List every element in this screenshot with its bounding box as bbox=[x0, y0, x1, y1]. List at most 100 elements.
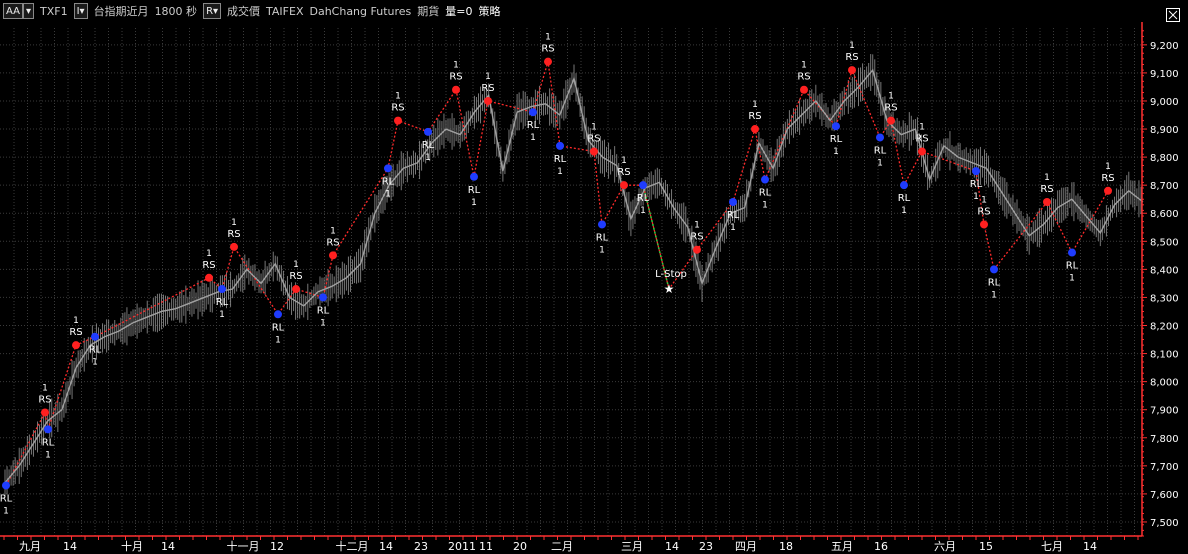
trade-signal: RL 1 bbox=[596, 220, 609, 255]
trade-signal: RS1 bbox=[977, 195, 991, 229]
y-tick-label: 8,600 bbox=[1150, 209, 1179, 220]
y-tick-label: 8,500 bbox=[1150, 237, 1179, 248]
signal-label: L-Stop bbox=[655, 269, 687, 280]
signal-quantity: 1 bbox=[1105, 162, 1111, 172]
stop-marker: ★ bbox=[664, 282, 675, 296]
signal-label: RL bbox=[759, 188, 772, 199]
interval-label[interactable]: 1800 秒 bbox=[155, 3, 198, 19]
trade-signal: RS1 bbox=[449, 61, 463, 94]
signal-label: RL bbox=[216, 297, 229, 308]
trade-signal: RL 1 bbox=[874, 133, 887, 168]
buy-marker bbox=[2, 481, 10, 490]
price-line bbox=[4, 68, 1144, 484]
x-axis: 九月 14 十月 14 十一月 12 十二月 14 23 2011 11 20 二月 三月 14 23 四月 18… bbox=[0, 535, 1142, 553]
sell-marker bbox=[590, 147, 598, 156]
signal-label: RL bbox=[554, 154, 567, 165]
x-tick-label: 16 bbox=[874, 540, 888, 553]
signal-label: RL bbox=[382, 176, 395, 187]
signal-quantity: 1 bbox=[849, 41, 855, 51]
trade-path bbox=[5, 61, 1109, 486]
signal-quantity: 1 bbox=[877, 158, 883, 168]
signal-quantity: 1 bbox=[395, 92, 401, 102]
x-tick-label: 2011 bbox=[448, 540, 476, 553]
market-label: 期貨 bbox=[417, 5, 440, 18]
sell-marker bbox=[918, 147, 926, 156]
font-size-dropdown-button[interactable]: ▾ bbox=[22, 3, 34, 19]
sell-marker bbox=[292, 285, 300, 294]
signal-quantity: 1 bbox=[293, 260, 299, 270]
strategy-label[interactable]: 策略 bbox=[479, 3, 501, 19]
y-tick-label: 8,000 bbox=[1150, 378, 1179, 389]
x-tick-label: 十二月 bbox=[336, 539, 369, 553]
bar-type-icon[interactable]: I▾ bbox=[73, 3, 88, 19]
signal-label: RL bbox=[637, 193, 650, 204]
signal-label: RL bbox=[272, 322, 285, 333]
font-size-button[interactable]: AA bbox=[3, 3, 23, 19]
x-tick-label: 11 bbox=[479, 540, 493, 553]
y-tick-label: 8,900 bbox=[1150, 125, 1179, 136]
trade-signal: RL 1 bbox=[554, 141, 567, 177]
signal-quantity: 1 bbox=[42, 384, 48, 394]
y-tick-label: 8,100 bbox=[1150, 350, 1179, 361]
signal-label: RS bbox=[289, 271, 302, 282]
trade-signal: RS1 bbox=[1101, 162, 1115, 195]
signal-label: RS bbox=[541, 44, 554, 55]
price-field-icon[interactable]: R▾ bbox=[203, 3, 222, 19]
buy-marker bbox=[384, 164, 392, 173]
signal-quantity: 1 bbox=[275, 335, 281, 345]
signal-label: RS bbox=[481, 83, 494, 94]
signal-quantity: 1 bbox=[219, 310, 225, 320]
signal-quantity: 1 bbox=[453, 61, 459, 71]
buy-marker bbox=[900, 181, 908, 190]
signal-quantity: 1 bbox=[320, 318, 326, 328]
buy-marker bbox=[598, 220, 606, 229]
sell-marker bbox=[887, 116, 895, 125]
y-tick-label: 8,300 bbox=[1150, 293, 1179, 304]
price-field-label: 成交價 bbox=[227, 5, 261, 18]
signal-label: RL bbox=[596, 232, 609, 243]
signal-quantity: 1 bbox=[973, 192, 979, 202]
trade-signal: RL 1 bbox=[272, 310, 285, 345]
sell-marker bbox=[484, 96, 492, 105]
signal-label: RS bbox=[38, 395, 51, 406]
signal-label: RS bbox=[227, 229, 240, 240]
buy-marker bbox=[556, 141, 564, 150]
signal-quantity: 1 bbox=[385, 189, 391, 199]
y-tick-label: 8,400 bbox=[1150, 265, 1179, 276]
signal-quantity: 1 bbox=[330, 226, 336, 236]
buy-marker bbox=[990, 265, 998, 274]
y-tick-label: 9,000 bbox=[1150, 97, 1179, 108]
price-chart[interactable]: RL1RS1RL1RS1RL1RS1RL1RS1RL1RS1RL1RS1RL1R… bbox=[0, 0, 1188, 554]
signal-quantity: 1 bbox=[762, 201, 768, 211]
trade-signal: ★ L-Stop bbox=[655, 269, 687, 296]
signal-quantity: 1 bbox=[485, 72, 491, 82]
trade-signal: RL 1 bbox=[988, 265, 1001, 300]
buy-marker bbox=[319, 293, 327, 302]
symbol-label[interactable]: TXF1 bbox=[40, 5, 68, 18]
sell-marker bbox=[72, 341, 80, 350]
trade-signal: RS1 bbox=[202, 249, 216, 282]
x-tick-label: 14 bbox=[63, 540, 77, 553]
x-tick-label: 15 bbox=[979, 540, 993, 553]
chart-toolbar: AA ▾ TXF1 I▾ 台指期近月 1800 秒 R▾ 成交價 TAIFEX … bbox=[0, 0, 1188, 22]
signal-label: RL bbox=[42, 437, 55, 448]
signal-quantity: 1 bbox=[92, 358, 98, 368]
chart-grid bbox=[0, 28, 1142, 536]
trade-signal: RL 1 bbox=[1066, 248, 1079, 284]
y-tick-label: 7,500 bbox=[1150, 518, 1179, 529]
trade-signal: RS1 bbox=[227, 218, 241, 251]
signal-quantity: 1 bbox=[530, 133, 536, 143]
signal-quantity: 1 bbox=[833, 147, 839, 157]
signal-label: RL bbox=[89, 345, 102, 356]
signal-quantity: 1 bbox=[599, 245, 605, 255]
collapse-icon[interactable] bbox=[1166, 8, 1180, 22]
signal-label: RS bbox=[449, 72, 462, 83]
x-tick-label: 十月 bbox=[121, 539, 143, 553]
signal-label: RL bbox=[898, 193, 911, 204]
trade-signal: RS1 bbox=[391, 92, 405, 125]
sell-marker bbox=[800, 85, 808, 94]
instrument-name: 台指期近月 bbox=[93, 5, 149, 18]
signal-quantity: 1 bbox=[752, 100, 758, 110]
buy-marker bbox=[1068, 248, 1076, 257]
y-tick-label: 7,800 bbox=[1150, 434, 1179, 445]
